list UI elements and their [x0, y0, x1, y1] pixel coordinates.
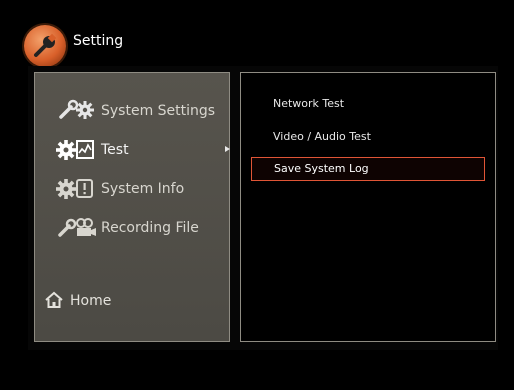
submenu-arrow-icon	[225, 146, 230, 152]
wrench-camera-icon	[55, 215, 97, 241]
home-button[interactable]: Home	[44, 286, 184, 316]
sidebar-item-label: System Info	[101, 181, 185, 197]
page-title: Setting	[73, 33, 124, 49]
sidebar-item-label: System Settings	[101, 103, 216, 119]
sidebar-item-label: Test	[101, 142, 129, 158]
gear-chart-icon	[55, 137, 97, 163]
sidebar-item-label: Recording File	[101, 220, 199, 236]
header: Setting	[0, 0, 514, 70]
home-icon	[44, 290, 64, 314]
sidebar-item-recording-file[interactable]: Recording File	[55, 213, 225, 243]
sidebar-item-test[interactable]: Test	[55, 135, 230, 165]
sidebar-item-system-info[interactable]: System Info	[55, 174, 225, 204]
submenu-item-video-audio-test[interactable]: Video / Audio Test	[251, 125, 485, 149]
wrench-gear-icon	[55, 98, 97, 124]
gear-info-icon	[55, 176, 97, 202]
settings-logo-icon	[24, 25, 66, 67]
submenu-item-save-system-log[interactable]: Save System Log	[251, 157, 485, 181]
submenu-item-network-test[interactable]: Network Test	[251, 92, 485, 116]
submenu-panel: Network Test Video / Audio Test Save Sys…	[240, 72, 496, 342]
home-label: Home	[70, 293, 112, 309]
sidebar-item-system-settings[interactable]: System Settings	[55, 96, 225, 126]
